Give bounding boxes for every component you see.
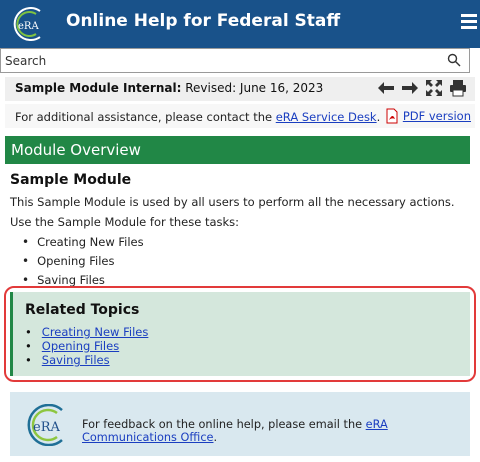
pdf-version: PDF version (385, 108, 471, 124)
expand-icon[interactable] (425, 79, 443, 97)
related-link-saving-files[interactable]: Saving Files (42, 353, 110, 367)
era-logo: eRA (27, 404, 63, 446)
search-icon[interactable] (447, 53, 461, 67)
search-bar (0, 48, 470, 73)
logo-text: eRA (33, 420, 60, 435)
tasks-intro: Use the Sample Module for these tasks: (10, 215, 240, 229)
related-link-creating-new-files[interactable]: Creating New Files (42, 325, 149, 339)
intro-paragraph: This Sample Module is used by all users … (10, 195, 455, 209)
related-topics-box: Related Topics Creating New Files Openin… (10, 292, 470, 376)
arrow-right-icon[interactable] (401, 79, 419, 97)
app-header: eRA Online Help for Federal Staff (0, 0, 480, 48)
module-overview-banner: Module Overview (5, 136, 470, 164)
feedback-text: For feedback on the online help, please … (82, 418, 366, 431)
hamburger-menu-icon[interactable] (461, 14, 477, 32)
task-list: Creating New Files Opening Files Saving … (22, 232, 144, 289)
pdf-icon (386, 108, 398, 124)
pdf-version-link[interactable]: PDF version (403, 109, 471, 123)
related-topics-title: Related Topics (25, 302, 140, 318)
list-item: Opening Files (22, 251, 144, 270)
overview-title: Module Overview (11, 141, 141, 159)
assistance-bar: For additional assistance, please contac… (5, 104, 475, 128)
related-topics-list: Creating New Files Opening Files Saving … (25, 325, 149, 367)
service-desk-link[interactable]: eRA Service Desk (276, 110, 377, 124)
list-item: Creating New Files (22, 232, 144, 251)
assistance-text: For additional assistance, please contac… (15, 110, 276, 124)
revised-date: Revised: June 16, 2023 (185, 81, 324, 95)
app-title: Online Help for Federal Staff (66, 11, 341, 31)
search-input[interactable] (1, 49, 445, 72)
section-heading: Sample Module (10, 172, 132, 188)
module-info-bar: Sample Module Internal: Revised: June 16… (5, 77, 475, 101)
related-link-opening-files[interactable]: Opening Files (42, 339, 119, 353)
logo-text: eRA (18, 21, 39, 32)
module-name: Sample Module Internal: (15, 81, 182, 95)
topic-nav-icons (377, 79, 467, 97)
feedback-box: eRA For feedback on the online help, ple… (10, 392, 470, 456)
arrow-left-icon[interactable] (377, 79, 395, 97)
print-icon[interactable] (449, 79, 467, 97)
era-logo[interactable]: eRA (10, 7, 46, 41)
